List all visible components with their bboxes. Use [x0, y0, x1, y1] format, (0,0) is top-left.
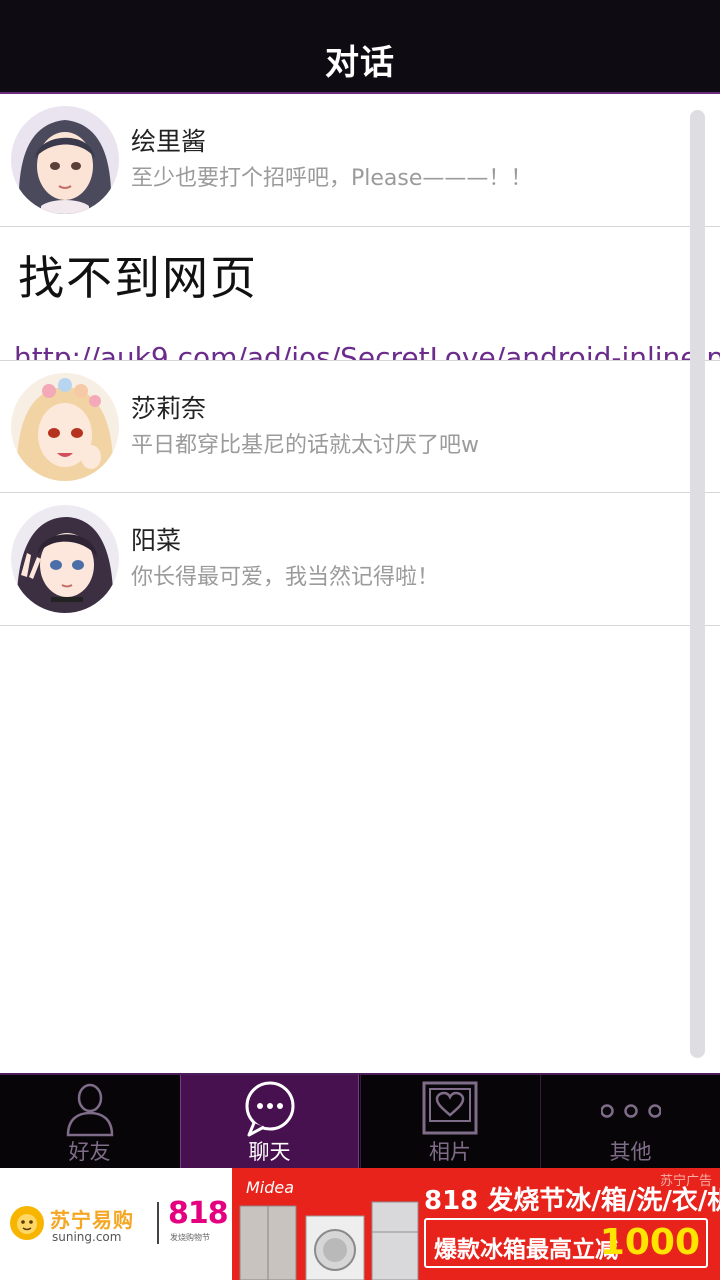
chat-bubble-icon — [240, 1081, 300, 1137]
app-header: 对话 — [0, 0, 720, 94]
chat-item-sarina[interactable]: 莎莉奈 平日都穿比基尼的话就太讨厌了吧w — [0, 360, 720, 493]
ad-offer-text: 爆款冰箱最高立减 — [434, 1237, 618, 1263]
tab-label: 相片 — [429, 1140, 471, 1164]
girl-avatar-dark-hair-icon — [11, 106, 119, 214]
tab-chat[interactable]: 聊天 — [180, 1075, 359, 1168]
chat-preview: 至少也要打个招呼吧，Please———！！ — [131, 166, 533, 191]
ad-headline: 818 发烧节冰/箱/洗/衣/机 — [424, 1186, 720, 1216]
chat-list[interactable]: 绘里酱 至少也要打个招呼吧，Please———！！ 找不到网页 http://a… — [0, 94, 720, 1074]
tab-friends[interactable]: 好友 — [0, 1075, 179, 1168]
tab-label: 其他 — [609, 1140, 652, 1164]
person-icon — [60, 1081, 120, 1137]
ad-event-sub: 发烧购物节 — [170, 1233, 210, 1242]
chat-preview: 平日都穿比基尼的话就太讨厌了吧w — [131, 433, 479, 458]
ad-promo-area: Midea 苏宁广告 818 发烧节冰/箱/洗/衣/机 爆款冰箱最高立减 100… — [232, 1168, 720, 1280]
tab-label: 好友 — [68, 1140, 111, 1164]
more-dots-icon — [599, 1081, 662, 1137]
error-url-link[interactable]: http://auk9.com/ad/ios/SecretLove/androi… — [14, 341, 720, 360]
suning-lion-icon — [8, 1204, 46, 1242]
ad-banner[interactable]: 苏宁易购 suning.com 818 发烧购物节 Midea 苏宁广告 818… — [0, 1168, 720, 1280]
error-title: 找不到网页 — [18, 251, 258, 305]
page-title: 对话 — [325, 43, 395, 83]
appliances-image-icon — [234, 1198, 424, 1280]
tab-photos[interactable]: 相片 — [360, 1075, 539, 1168]
chat-name: 阳菜 — [131, 526, 182, 555]
ad-brand-name: 苏宁易购 — [50, 1208, 134, 1232]
ad-offer-box[interactable]: 爆款冰箱最高立减 1000 — [424, 1218, 708, 1268]
girl-avatar-blonde-flowers-icon — [11, 373, 119, 481]
bottom-tab-bar: 好友 聊天 相片 其他 — [0, 1073, 720, 1168]
ad-offer-amount: 1000 — [599, 1222, 700, 1263]
list-scrollbar[interactable] — [690, 110, 705, 1058]
ad-brand-area: 苏宁易购 suning.com 818 发烧购物节 — [0, 1168, 232, 1280]
chat-preview: 你长得最可爱，我当然记得啦！ — [131, 565, 440, 590]
photo-heart-icon — [420, 1081, 480, 1137]
tab-label: 聊天 — [248, 1140, 291, 1164]
chat-name: 莎莉奈 — [131, 394, 207, 423]
chat-item-hina[interactable]: 阳菜 你长得最可爱，我当然记得啦！ — [0, 493, 720, 626]
chat-name: 绘里酱 — [131, 127, 207, 156]
webview-error: 找不到网页 http://auk9.com/ad/ios/SecretLove/… — [0, 228, 720, 360]
ad-brand-domain: suning.com — [52, 1230, 122, 1244]
ad-divider — [157, 1202, 159, 1244]
tab-more[interactable]: 其他 — [540, 1075, 720, 1168]
chat-item-erichan[interactable]: 绘里酱 至少也要打个招呼吧，Please———！！ — [0, 94, 720, 227]
girl-avatar-black-hair-peace-icon — [11, 505, 119, 613]
ad-partner-logo: Midea — [246, 1178, 295, 1197]
ad-event-number: 818 — [168, 1196, 229, 1231]
